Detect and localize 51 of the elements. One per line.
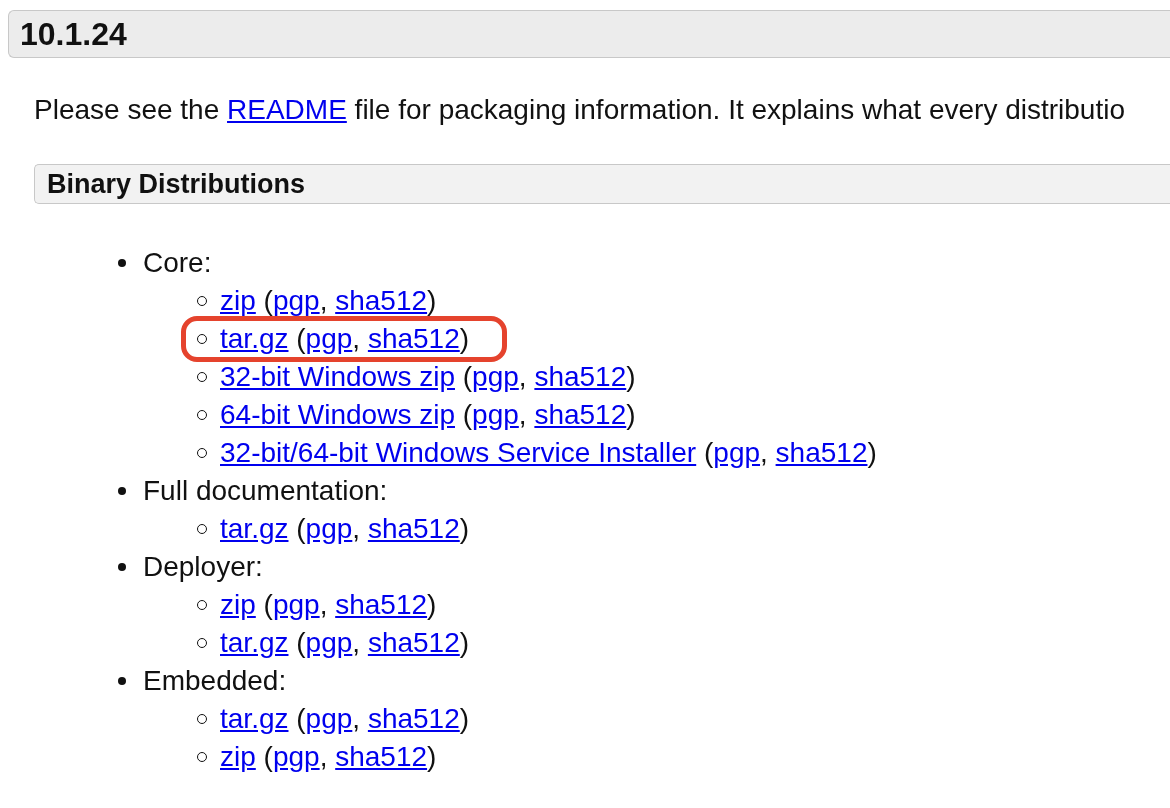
download-line: tar.gz (pgp, sha512) [220,627,470,659]
bullet-icon [118,259,126,267]
download-line: zip (pgp, sha512) [220,589,437,621]
download-link[interactable]: sha512 [367,513,460,544]
download-link[interactable]: pgp [305,323,353,354]
download-link[interactable]: pgp [472,361,519,392]
download-link[interactable]: zip [220,285,256,316]
download-line: zip (pgp, sha512) [220,741,437,773]
download-link[interactable]: sha512 [367,703,460,734]
download-link[interactable]: tar.gz [220,627,289,658]
version-heading: 10.1.24 [8,10,1170,58]
download-link[interactable]: sha512 [534,361,627,392]
download-line: 64-bit Windows zip (pgp, sha512) [220,399,636,431]
group-label: Deployer: [143,551,263,583]
bullet-icon [118,487,126,495]
download-line: tar.gz (pgp, sha512) [220,323,470,355]
download-link[interactable]: pgp [472,399,519,430]
download-link[interactable]: pgp [305,703,353,734]
download-link[interactable]: sha512 [335,741,428,772]
download-link[interactable]: sha512 [367,323,460,354]
download-line: 32-bit/64-bit Windows Service Installer (pgp, sha512) [220,437,877,469]
intro-paragraph: Please see the README file for packaging information. It explains what every distributio [34,94,1125,126]
download-link[interactable]: pgp [305,513,353,544]
download-link[interactable]: README [227,94,347,125]
group-label: Embedded: [143,665,287,697]
download-link[interactable]: sha512 [534,399,627,430]
download-link[interactable]: 64-bit Windows zip [220,399,455,430]
download-link[interactable]: 32-bit Windows zip [220,361,455,392]
group-label: Full documentation: [143,475,388,507]
download-link[interactable]: zip [220,741,256,772]
download-line: tar.gz (pgp, sha512) [220,513,470,545]
download-link[interactable]: pgp [713,437,761,468]
download-line: tar.gz (pgp, sha512) [220,703,470,735]
download-link[interactable]: tar.gz [220,323,289,354]
download-link[interactable]: pgp [272,589,320,620]
download-link[interactable]: 32-bit/64-bit Windows Service Installer [220,437,697,468]
download-link[interactable]: tar.gz [220,703,289,734]
download-link[interactable]: pgp [272,285,320,316]
download-link[interactable]: zip [220,589,256,620]
download-link[interactable]: pgp [305,627,353,658]
bullet-icon [118,677,126,685]
download-link[interactable]: sha512 [335,589,428,620]
download-link[interactable]: sha512 [367,627,460,658]
section-heading: Binary Distributions [34,164,1170,204]
bullet-icon [118,563,126,571]
group-label: Core: [143,247,212,279]
download-link[interactable]: pgp [272,741,320,772]
download-line: zip (pgp, sha512) [220,285,437,317]
download-link[interactable]: tar.gz [220,513,289,544]
download-link[interactable]: sha512 [335,285,428,316]
download-line: 32-bit Windows zip (pgp, sha512) [220,361,636,393]
